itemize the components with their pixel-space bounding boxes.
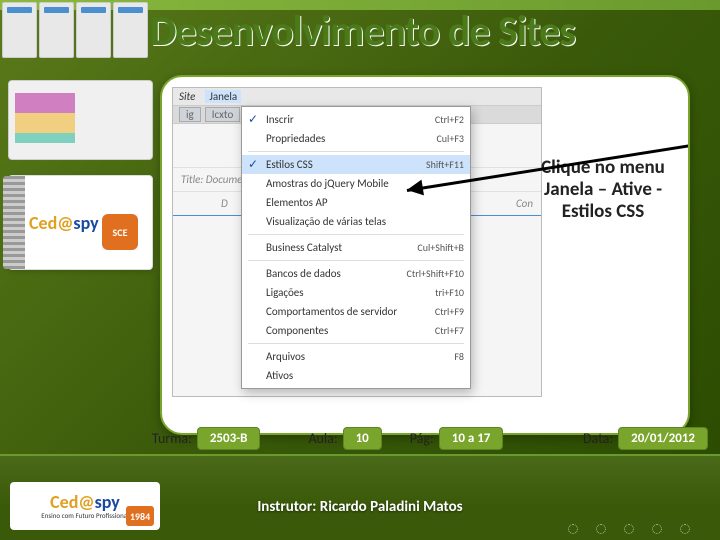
check-icon: ✓ <box>248 112 258 127</box>
data-label: Data: <box>583 430 613 447</box>
tab[interactable]: ig <box>179 107 201 122</box>
menu-item-label: Arquivos <box>266 350 305 363</box>
menu-item[interactable]: Bancos de dados Ctrl+Shift+F10 <box>242 264 470 283</box>
menu-item-label: Comportamentos de servidor <box>266 305 397 318</box>
menu-item[interactable]: Visualização de várias telas <box>242 212 470 231</box>
aula-value: 10 <box>343 427 382 450</box>
menu-item-label: Ativos <box>266 369 293 382</box>
menu-item-label: Componentes <box>266 324 328 337</box>
page-title: Desenvolvimento de Sites <box>150 6 710 57</box>
sce-badge: SCE <box>102 214 138 250</box>
instructor-line: Instrutor: Ricardo Paladini Matos <box>0 498 720 516</box>
brand-logo: Ced@spy <box>29 212 99 234</box>
menu-item-label: Ligações <box>266 286 304 299</box>
janela-dropdown-menu[interactable]: ✓ Inscrir Ctrl+F2 Propriedades Cul+F3 ✓ Estilo… <box>241 106 471 389</box>
menu-item-label: Visualização de várias telas <box>266 215 386 228</box>
menu-item[interactable]: Elementos AP <box>242 193 470 212</box>
menu-item-shortcut: F8 <box>454 350 464 363</box>
thumb <box>2 2 37 58</box>
menu-item-label: Propriedades <box>266 132 325 145</box>
menu-item[interactable]: Propriedades Cul+F3 <box>242 129 470 148</box>
tab[interactable]: Icxto <box>205 107 241 122</box>
menu-item[interactable]: ✓ Inscrir Ctrl+F2 <box>242 110 470 129</box>
menu-janela[interactable]: Janela <box>205 90 241 103</box>
menu-site[interactable]: Site <box>179 90 195 103</box>
menu-item[interactable]: Ligações tri+F10 <box>242 283 470 302</box>
aula-label: Aula: <box>308 430 337 447</box>
menu-item[interactable]: Arquivos F8 <box>242 347 470 366</box>
thumb <box>39 2 74 58</box>
menu-item[interactable]: Ativos <box>242 366 470 385</box>
sidebar-images: Ced@spy SCE <box>8 80 153 270</box>
menu-item-shortcut: Cul+Shift+B <box>417 241 464 254</box>
pag-label: Pág: <box>410 430 434 447</box>
menu-item-shortcut: tri+F10 <box>435 286 464 299</box>
menu-item-label: Amostras do jQuery Mobile <box>266 177 389 190</box>
mock-notebook-logo: Ced@spy SCE <box>8 175 153 270</box>
thumb <box>113 2 148 58</box>
thumb <box>76 2 111 58</box>
footer: Turma: 2503-B Aula: 10 Pág: 10 a 17 Data… <box>0 454 720 540</box>
menu-item[interactable]: Comportamentos de servidor Ctrl+F9 <box>242 302 470 321</box>
menu-item-label: Bancos de dados <box>266 267 341 280</box>
menu-item-label: Estilos CSS <box>266 158 313 171</box>
header-thumbnails <box>0 0 150 60</box>
menu-item-label: Inscrir <box>266 113 294 126</box>
app-menubar: Site Janela <box>173 88 541 106</box>
mock-screenshot-a <box>8 80 153 160</box>
data-value: 20/01/2012 <box>618 427 708 450</box>
pag-value: 10 a 17 <box>439 427 504 450</box>
menu-item-shortcut: Ctrl+Shift+F10 <box>407 267 464 280</box>
menu-item-shortcut: Ctrl+F2 <box>435 113 464 126</box>
footer-dots <box>568 524 690 534</box>
menu-item-shortcut: Cul+F3 <box>436 132 464 145</box>
menu-item-label: Elementos AP <box>266 196 328 209</box>
menu-item-label: Business Catalyst <box>266 241 342 254</box>
check-icon: ✓ <box>248 157 258 172</box>
turma-value: 2503-B <box>197 427 261 450</box>
menu-item-shortcut: Ctrl+F7 <box>435 324 464 337</box>
menu-item-shortcut: Ctrl+F9 <box>435 305 464 318</box>
metadata-row: Turma: 2503-B Aula: 10 Pág: 10 a 17 Data… <box>0 422 720 454</box>
menu-item[interactable]: Business Catalyst Cul+Shift+B <box>242 238 470 257</box>
menu-item[interactable]: Componentes Ctrl+F7 <box>242 321 470 340</box>
turma-label: Turma: <box>152 430 192 447</box>
dreamweaver-window: Site Janela ig Icxto Favor Title: Docume… <box>172 87 542 397</box>
menu-item-shortcut: Shift+F11 <box>426 158 464 171</box>
menu-item[interactable]: ✓ Estilos CSS Shift+F11 <box>242 155 470 174</box>
content-card: Site Janela ig Icxto Favor Title: Docume… <box>160 75 690 435</box>
